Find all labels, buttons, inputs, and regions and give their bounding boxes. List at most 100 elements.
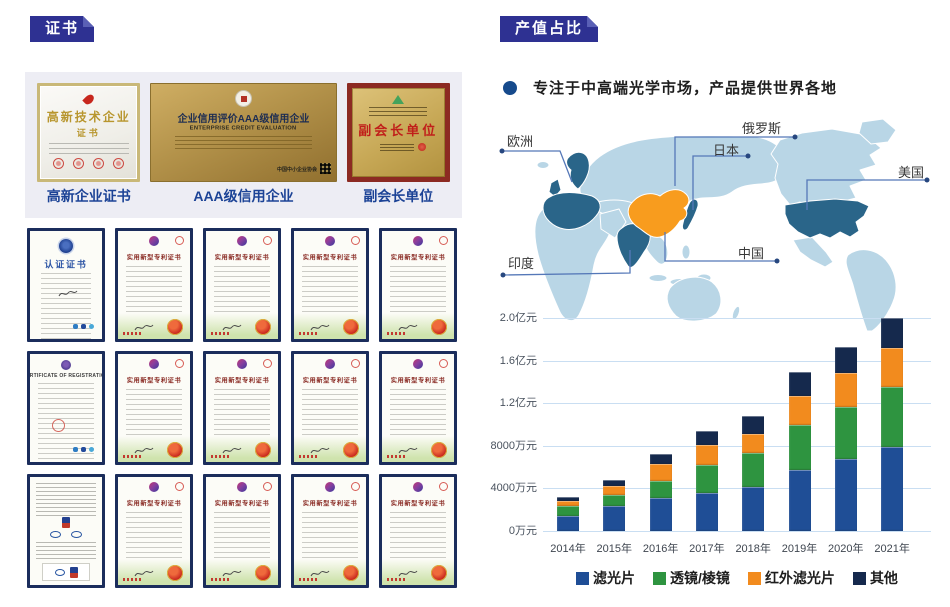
red-dashes-icon [123, 455, 141, 458]
legend-item-透镜/棱镜: 透镜/棱镜 [653, 568, 730, 588]
cas-logo-icon [61, 360, 71, 370]
patent-seal-icon [167, 565, 183, 581]
bar-segment-其他 [835, 347, 857, 373]
patent-certificate: 实用新型专利证书 [115, 351, 193, 465]
bar-segment-透镜/棱镜 [881, 387, 903, 447]
legend-swatch-icon [748, 572, 761, 585]
certificate-text-lines [390, 266, 446, 313]
signature-icon [134, 323, 154, 332]
red-stamp-icon [439, 359, 448, 368]
patent-certificate: 实用新型专利证书 [203, 351, 281, 465]
region-indonesia-1 [649, 275, 667, 282]
patent-certificate: 实用新型专利证书 [291, 351, 369, 465]
stacked-bar-2015年 [603, 318, 625, 531]
legend-swatch-icon [653, 572, 666, 585]
bar-segment-滤光片 [742, 487, 764, 531]
patent-seal-icon [167, 442, 183, 458]
patent-footer [382, 436, 454, 462]
red-stamp-icon [351, 236, 360, 245]
patent-seal-icon [431, 442, 447, 458]
aaa-cert-footer: 中国中小企业协会 [237, 161, 331, 176]
stacked-bar-2020年 [835, 318, 857, 531]
patent-footer [206, 559, 278, 585]
red-stamp-icon [439, 482, 448, 491]
signature-icon [134, 569, 154, 578]
bar-segment-透镜/棱镜 [835, 407, 857, 459]
patent-title: 实用新型专利证书 [391, 498, 446, 507]
featured-cert-aaa-credit: 企业信用评价AAA级信用企业 ENTERPRISE CREDIT EVALUAT… [150, 83, 336, 207]
patent-seal-icon [255, 442, 271, 458]
bar-segment-透镜/棱镜 [650, 481, 672, 498]
hightech-cert-title: 高新技术企业 [47, 108, 131, 125]
output-value-chart: 0万元4000万元8000万元1.2亿元1.6亿元2.0亿元2014年2015年… [480, 308, 950, 607]
patent-header [118, 235, 190, 249]
red-stamp-icon [175, 359, 184, 368]
signature-icon [310, 569, 330, 578]
map-label-china: 中国 [738, 243, 764, 262]
region-usa [785, 199, 869, 238]
patent-title: 实用新型专利证书 [215, 252, 270, 261]
certificate-text-lines [214, 512, 270, 559]
patent-header [294, 358, 366, 372]
red-dashes-icon [211, 455, 229, 458]
signature-icon [310, 446, 330, 455]
patent-header [294, 481, 366, 495]
map-label-usa: 美国 [898, 162, 924, 181]
red-stamp-icon [175, 482, 184, 491]
bar-segment-其他 [881, 318, 903, 348]
headline-row: 专注于中高端光学市场，产品提供世界各地 [503, 77, 837, 98]
patent-footer [206, 313, 278, 339]
bullet-dot-icon [503, 81, 517, 95]
signature-icon [134, 446, 154, 455]
chart-legend: 滤光片透镜/棱镜红外滤光片其他 [543, 568, 931, 588]
stacked-bar-2014年 [557, 318, 579, 531]
patent-certificate: 实用新型专利证书 [115, 474, 193, 588]
patent-seal-icon [431, 565, 447, 581]
accreditation-marks-icon [73, 447, 94, 452]
bar-segment-红外滤光片 [742, 434, 764, 453]
certificate-text-lines [126, 512, 182, 559]
red-stamp-icon [263, 482, 272, 491]
region-iceland [537, 162, 549, 169]
bar-segment-滤光片 [696, 493, 718, 531]
cnipa-logo-icon [149, 359, 159, 369]
featured-certificates-panel: 高新技术企业 证书 高新企业证书 企业信用评价AAA级信用企业 ENTERPRI… [25, 72, 462, 218]
legend-label: 其他 [870, 568, 898, 588]
gridline [543, 318, 931, 319]
continent-north-america [771, 129, 881, 210]
patent-title: 实用新型专利证书 [303, 498, 358, 507]
patent-header [206, 235, 278, 249]
stacked-bar-2018年 [742, 318, 764, 531]
patent-header [206, 358, 278, 372]
bar-segment-滤光片 [835, 459, 857, 531]
patent-seal-icon [431, 319, 447, 335]
bar-segment-红外滤光片 [835, 373, 857, 407]
y-axis-tick: 4000万元 [480, 483, 537, 494]
certificate-text-lines [126, 266, 182, 313]
bar-segment-红外滤光片 [696, 445, 718, 465]
y-axis-tick: 1.6亿元 [480, 356, 537, 367]
document-text-lines [36, 542, 95, 560]
red-stamp-icon [175, 236, 184, 245]
featured-cert-caption: AAA级信用企业 [150, 188, 336, 205]
patent-certificate: 实用新型专利证书 [379, 351, 457, 465]
world-map: 欧洲 俄罗斯 日本 美国 中国 印度 [480, 110, 950, 332]
badge-fold-icon [587, 16, 598, 27]
patent-title: 实用新型专利证书 [127, 498, 182, 507]
patent-seal-icon [255, 319, 271, 335]
signature-icon [222, 569, 242, 578]
cnipa-logo-icon [325, 359, 335, 369]
red-dashes-icon [299, 455, 317, 458]
patent-header [382, 481, 454, 495]
patent-seal-icon [255, 565, 271, 581]
legend-swatch-icon [576, 572, 589, 585]
stacked-bar-2021年 [881, 318, 903, 531]
red-dashes-icon [299, 578, 317, 581]
red-dashes-icon [299, 332, 317, 335]
x-axis-label: 2016年 [638, 540, 684, 556]
bar-segment-其他 [789, 372, 811, 396]
red-dashes-icon [387, 455, 405, 458]
certificate-text-lines [390, 512, 446, 559]
registration-title: CERTIFICATE OF REGISTRATION [27, 373, 105, 379]
stacked-bar-2016年 [650, 318, 672, 531]
